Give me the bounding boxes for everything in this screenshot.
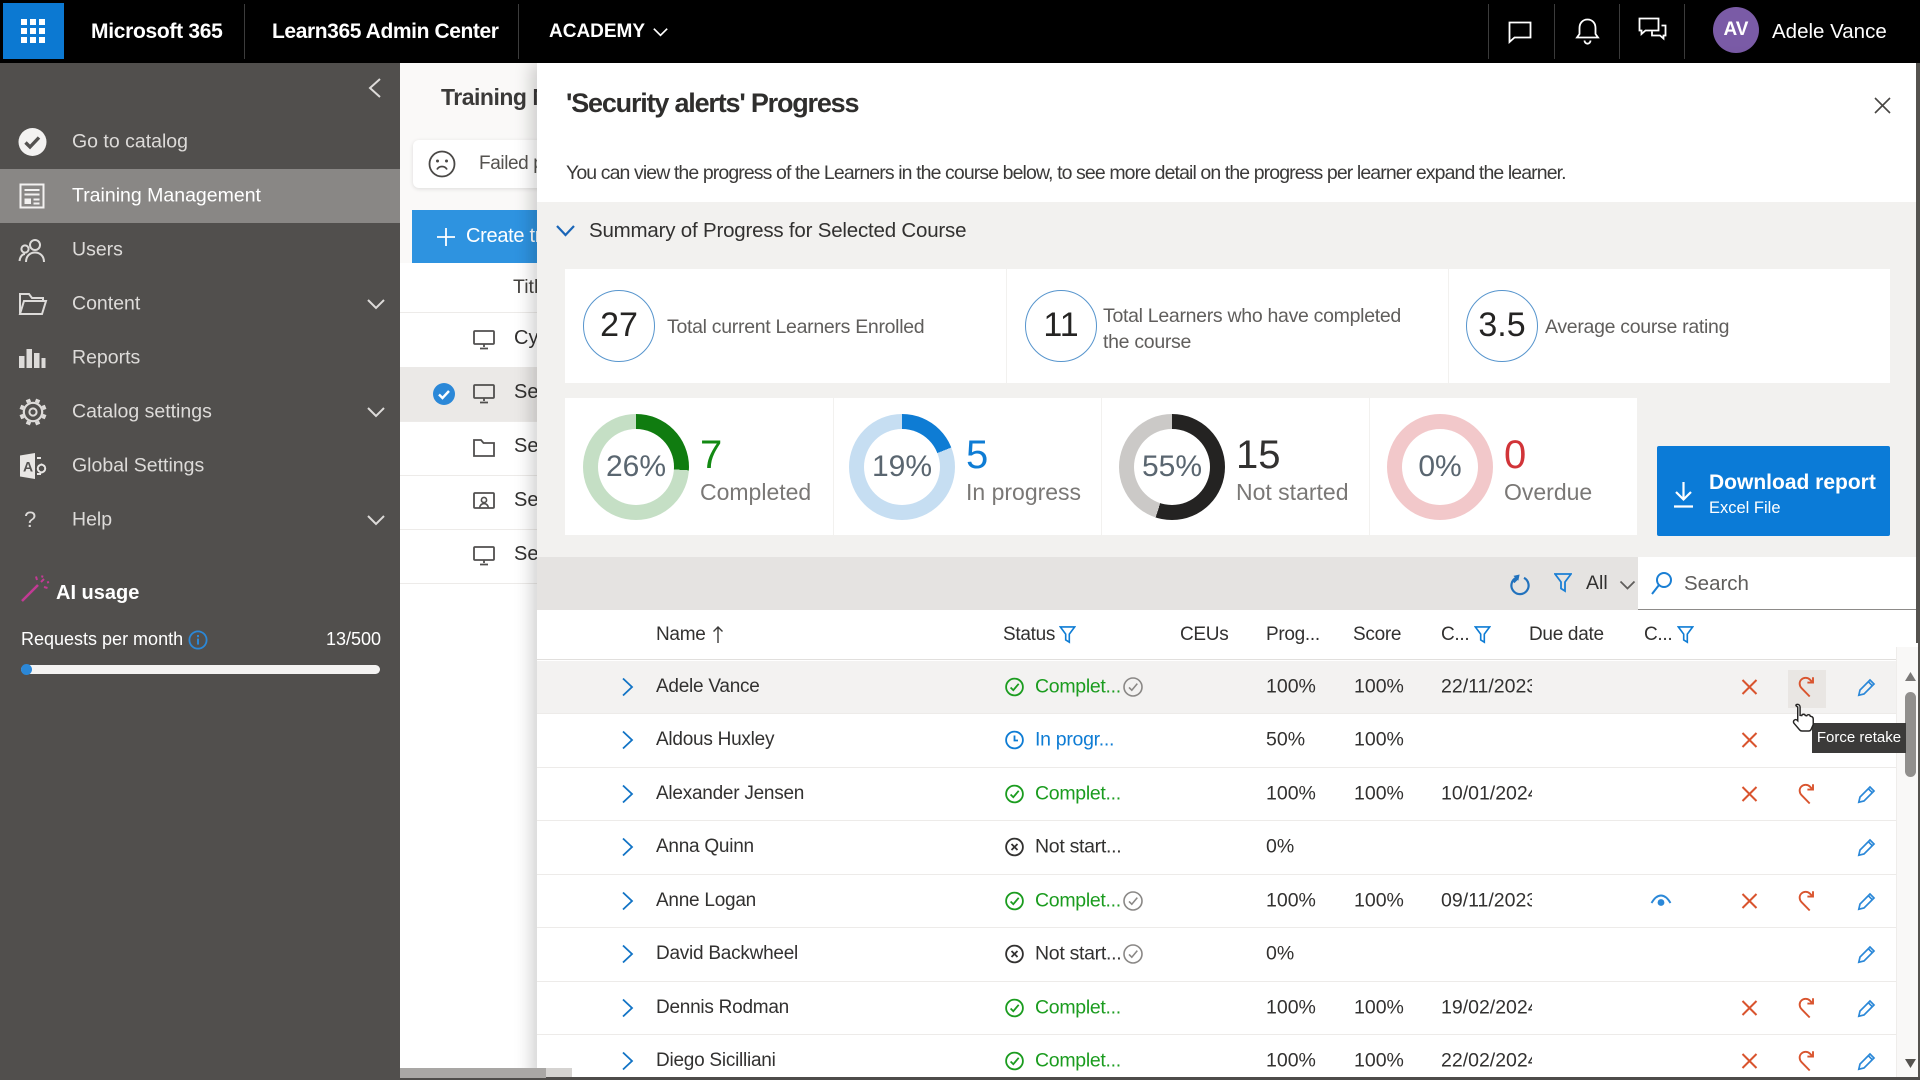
svg-text:A: A: [23, 459, 33, 475]
